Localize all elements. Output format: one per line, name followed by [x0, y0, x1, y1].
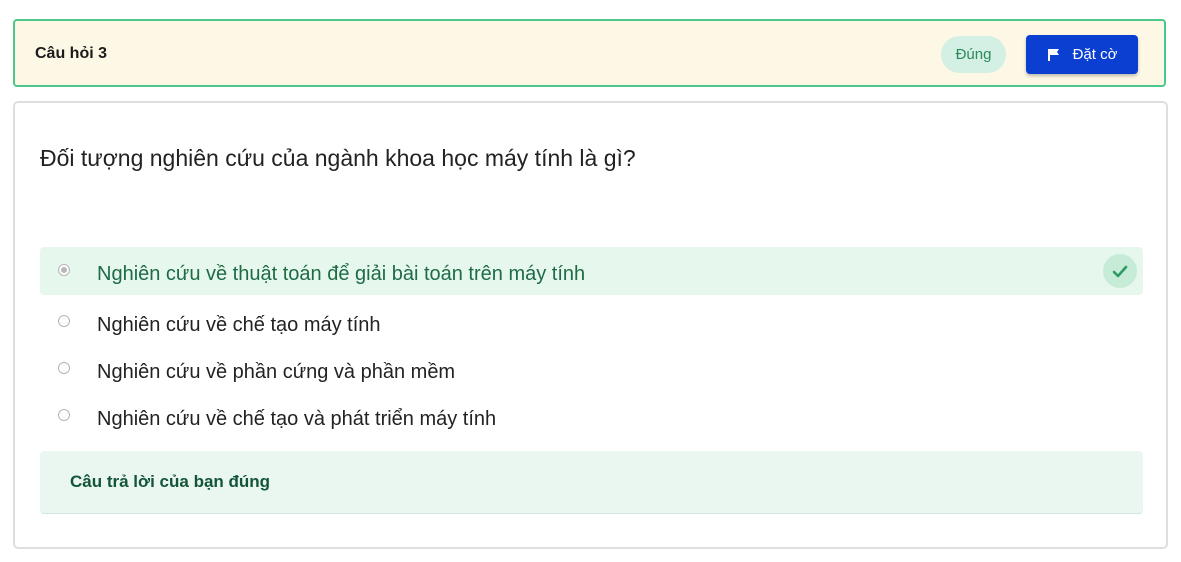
answer-option[interactable]: Nghiên cứu về chế tạo và phát triển máy … [40, 392, 1143, 440]
feedback-box: Câu trả lời của bạn đúng [40, 451, 1143, 514]
radio-button[interactable] [58, 362, 70, 374]
question-card: Đối tượng nghiên cứu của ngành khoa học … [13, 101, 1168, 549]
radio-button[interactable] [58, 264, 70, 276]
answer-option-label: Nghiên cứu về phần cứng và phần mềm [97, 361, 456, 383]
feedback-text: Câu trả lời của bạn đúng [70, 472, 271, 491]
answer-option[interactable]: Nghiên cứu về phần cứng và phần mềm [40, 345, 1143, 393]
answer-option-label: Nghiên cứu về chế tạo và phát triển máy … [97, 408, 497, 430]
answer-option-label: Nghiên cứu về chế tạo máy tính [97, 314, 381, 336]
answer-option[interactable]: Nghiên cứu về chế tạo máy tính [40, 298, 1143, 346]
radio-button[interactable] [58, 315, 70, 327]
answer-option[interactable]: Nghiên cứu về thuật toán để giải bài toá… [40, 247, 1143, 295]
question-text: Đối tượng nghiên cứu của ngành khoa học … [40, 145, 636, 171]
flag-button-label: Đặt cờ [1072, 46, 1118, 63]
flag-button[interactable]: Đặt cờ [1026, 35, 1138, 74]
flag-icon [1047, 48, 1061, 61]
question-header: Câu hỏi 3 Đúng Đặt cờ [13, 19, 1166, 87]
status-badge: Đúng [941, 36, 1006, 73]
question-number: Câu hỏi 3 [35, 45, 108, 62]
answer-option-label: Nghiên cứu về thuật toán để giải bài toá… [97, 263, 586, 285]
radio-button[interactable] [58, 409, 70, 421]
check-icon [1103, 254, 1137, 288]
